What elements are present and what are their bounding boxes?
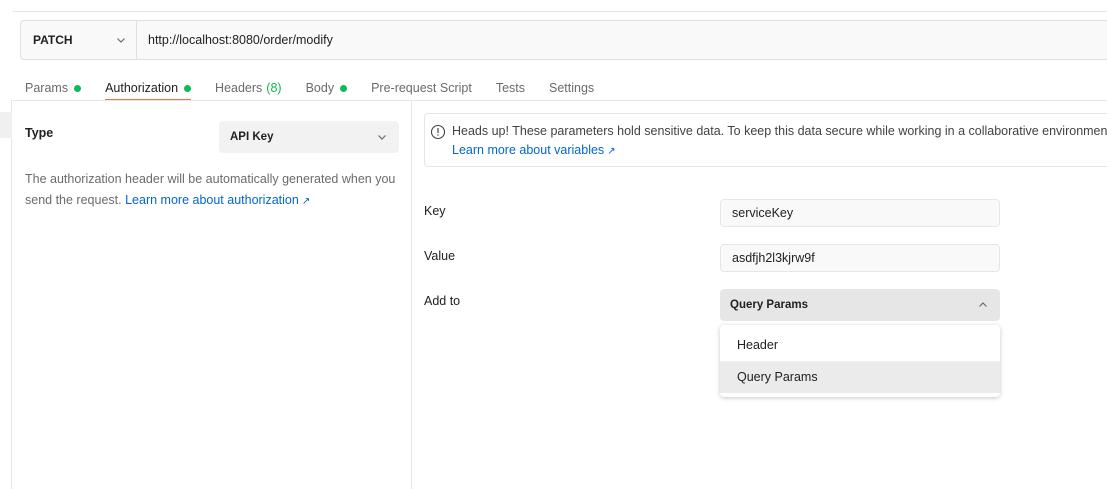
key-input[interactable]: [720, 199, 1000, 227]
tab-pre-request-script[interactable]: Pre-request Script: [371, 76, 472, 100]
url-bar: PATCH http://localhost:8080/order/modify: [20, 20, 1107, 60]
postman-request-view: PATCH http://localhost:8080/order/modify…: [0, 0, 1107, 489]
status-dot: [74, 84, 82, 92]
menu-item-header[interactable]: Header: [720, 329, 1000, 361]
sensitive-data-banner: Heads up! These parameters hold sensitiv…: [424, 113, 1107, 167]
add-to-value: Query Params: [730, 299, 808, 311]
tab-body[interactable]: Body: [306, 76, 348, 100]
tabs-divider: [12, 100, 1107, 101]
key-label: Key: [424, 204, 446, 218]
tab-label: Params: [25, 81, 69, 95]
tab-label: Settings: [549, 81, 595, 95]
external-link-icon: ↗: [301, 196, 311, 207]
status-dot: [184, 84, 192, 92]
type-label: Type: [25, 126, 54, 140]
tab-label: Pre-request Script: [371, 81, 472, 95]
chevron-up-icon: [978, 300, 988, 310]
request-tabs: Params Authorization Headers (8) Body Pre…: [25, 76, 618, 101]
tab-settings[interactable]: Settings: [549, 76, 594, 100]
tab-headers[interactable]: Headers (8): [215, 76, 282, 100]
url-input[interactable]: http://localhost:8080/order/modify: [137, 33, 333, 47]
tab-label: Body: [305, 81, 335, 95]
status-dot: [340, 84, 348, 92]
value-input[interactable]: [720, 244, 1000, 272]
pane-divider: [411, 101, 412, 489]
auth-description: The authorization header will be automat…: [25, 169, 400, 212]
add-to-select[interactable]: Query Params: [720, 289, 1000, 321]
external-link-icon: ↗: [607, 146, 616, 157]
value-label: Value: [424, 249, 456, 263]
gutter-marker: [0, 112, 12, 138]
auth-type-value: API Key: [230, 131, 274, 143]
info-icon: [430, 124, 446, 140]
top-divider: [12, 11, 1107, 12]
learn-more-authorization-link[interactable]: Learn more about authorization ↗: [125, 193, 310, 207]
tab-label: Headers: [215, 81, 263, 95]
add-to-label: Add to: [424, 294, 461, 308]
tab-authorization[interactable]: Authorization: [105, 76, 192, 101]
add-to-dropdown-menu: Header Query Params: [720, 325, 1000, 397]
headers-count: (8): [266, 81, 282, 95]
method-label: PATCH: [33, 33, 73, 47]
chevron-down-icon: [377, 132, 387, 142]
chevron-down-icon: [116, 35, 126, 45]
tab-label: Authorization: [105, 81, 179, 95]
banner-text: Heads up! These parameters hold sensitiv…: [452, 124, 1107, 138]
tab-label: Tests: [495, 81, 525, 95]
link-text: Learn more about authorization: [125, 193, 299, 207]
menu-item-query-params[interactable]: Query Params: [720, 361, 1000, 393]
tab-tests[interactable]: Tests: [496, 76, 525, 100]
learn-more-variables-link[interactable]: Learn more about variables ↗: [452, 143, 616, 157]
link-text: Learn more about variables: [452, 143, 605, 157]
auth-type-select[interactable]: API Key: [219, 121, 399, 153]
tab-params[interactable]: Params: [25, 76, 82, 100]
left-gutter: [0, 100, 12, 489]
method-select[interactable]: PATCH: [21, 21, 137, 59]
